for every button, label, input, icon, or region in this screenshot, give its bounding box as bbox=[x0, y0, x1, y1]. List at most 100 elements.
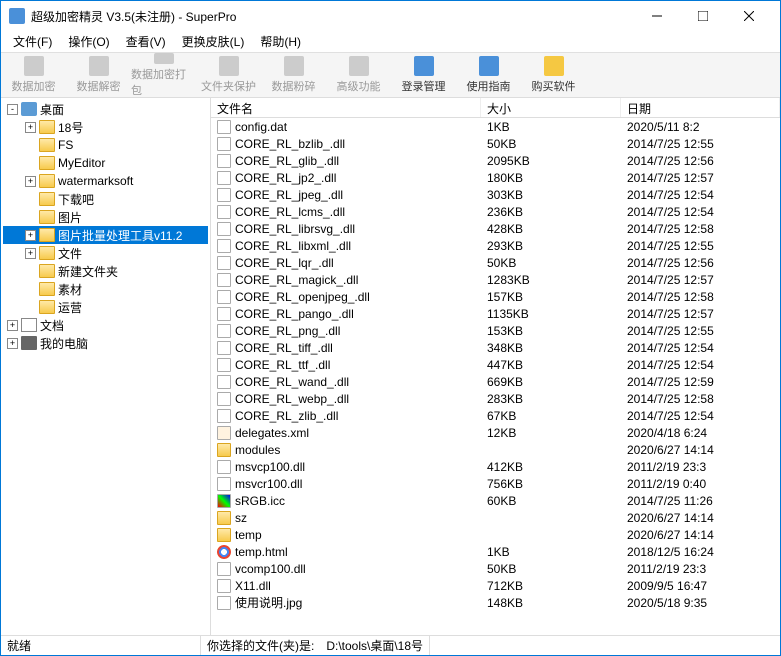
list-item[interactable]: CORE_RL_zlib_.dll67KB2014/7/25 12:54 bbox=[211, 407, 780, 424]
folder-icon bbox=[39, 210, 55, 224]
file-date: 2014/7/25 11:26 bbox=[621, 494, 780, 508]
list-item[interactable]: sRGB.icc60KB2014/7/25 11:26 bbox=[211, 492, 780, 509]
list-item[interactable]: CORE_RL_png_.dll153KB2014/7/25 12:55 bbox=[211, 322, 780, 339]
expand-icon[interactable]: + bbox=[25, 122, 36, 133]
menu-1[interactable]: 操作(O) bbox=[60, 31, 117, 52]
list-item[interactable]: CORE_RL_bzlib_.dll50KB2014/7/25 12:55 bbox=[211, 135, 780, 152]
file-date: 2014/7/25 12:58 bbox=[621, 290, 780, 304]
close-button[interactable] bbox=[726, 1, 772, 31]
list-item[interactable]: delegates.xml12KB2020/4/18 6:24 bbox=[211, 424, 780, 441]
list-item[interactable]: CORE_RL_lqr_.dll50KB2014/7/25 12:56 bbox=[211, 254, 780, 271]
file-date: 2014/7/25 12:54 bbox=[621, 188, 780, 202]
list-item[interactable]: CORE_RL_wand_.dll669KB2014/7/25 12:59 bbox=[211, 373, 780, 390]
menu-2[interactable]: 查看(V) bbox=[118, 31, 174, 52]
tree-item[interactable]: 素材 bbox=[3, 280, 208, 298]
tree-item[interactable]: +18号 bbox=[3, 118, 208, 136]
main-area: -桌面+18号FS MyEditor + watermarksoft 下载吧图片 + 图片批… bbox=[1, 98, 780, 635]
toolbar-7[interactable]: 使用指南 bbox=[456, 53, 521, 98]
toolbar-6[interactable]: 登录管理 bbox=[391, 53, 456, 98]
tree-item[interactable]: -桌面 bbox=[3, 100, 208, 118]
expand-icon[interactable]: + bbox=[25, 176, 36, 187]
list-item[interactable]: sz2020/6/27 14:14 bbox=[211, 509, 780, 526]
folder-icon bbox=[39, 264, 55, 278]
tree-item[interactable]: + 图片批量处理工具v11.2 bbox=[3, 226, 208, 244]
tree-item[interactable]: MyEditor bbox=[3, 154, 208, 172]
toolbar-0: 数据加密 bbox=[1, 53, 66, 98]
expand-icon[interactable]: + bbox=[7, 320, 18, 331]
tree-item[interactable]: +文件 bbox=[3, 244, 208, 262]
list-item[interactable]: msvcp100.dll412KB2011/2/19 23:3 bbox=[211, 458, 780, 475]
file-date: 2020/6/27 14:14 bbox=[621, 511, 780, 525]
file-date: 2020/4/18 6:24 bbox=[621, 426, 780, 440]
tree-item[interactable]: + watermarksoft bbox=[3, 172, 208, 190]
col-size[interactable]: 大小 bbox=[481, 98, 621, 117]
list-item[interactable]: config.dat1KB2020/5/11 8:2 bbox=[211, 118, 780, 135]
toolbar-icon bbox=[24, 56, 44, 76]
file-name: msvcr100.dll bbox=[235, 477, 302, 491]
minimize-button[interactable] bbox=[634, 1, 680, 31]
expand-icon[interactable]: + bbox=[25, 230, 36, 241]
file-date: 2014/7/25 12:56 bbox=[621, 154, 780, 168]
file-rows[interactable]: config.dat1KB2020/5/11 8:2CORE_RL_bzlib_… bbox=[211, 118, 780, 635]
tree-item[interactable]: 图片 bbox=[3, 208, 208, 226]
folder-icon bbox=[39, 138, 55, 152]
icc-icon bbox=[217, 494, 231, 508]
tree-label: 图片批量处理工具v11.2 bbox=[58, 227, 182, 244]
toolbar-icon bbox=[89, 56, 109, 76]
list-item[interactable]: CORE_RL_pango_.dll1135KB2014/7/25 12:57 bbox=[211, 305, 780, 322]
tree-spacer bbox=[25, 212, 36, 223]
collapse-icon[interactable]: - bbox=[7, 104, 18, 115]
tree-item[interactable]: +我的电脑 bbox=[3, 334, 208, 352]
tree-spacer bbox=[25, 284, 36, 295]
tree-label: watermarksoft bbox=[58, 174, 133, 188]
list-item[interactable]: vcomp100.dll50KB2011/2/19 23:3 bbox=[211, 560, 780, 577]
list-item[interactable]: X11.dll712KB2009/9/5 16:47 bbox=[211, 577, 780, 594]
tree-item[interactable]: 新建文件夹 bbox=[3, 262, 208, 280]
file-size: 148KB bbox=[481, 596, 621, 610]
file-date: 2018/12/5 16:24 bbox=[621, 545, 780, 559]
menu-0[interactable]: 文件(F) bbox=[5, 31, 60, 52]
list-item[interactable]: CORE_RL_openjpeg_.dll157KB2014/7/25 12:5… bbox=[211, 288, 780, 305]
file-date: 2014/7/25 12:57 bbox=[621, 171, 780, 185]
list-item[interactable]: CORE_RL_tiff_.dll348KB2014/7/25 12:54 bbox=[211, 339, 780, 356]
tree-label: 图片 bbox=[58, 209, 82, 226]
menu-3[interactable]: 更换皮肤(L) bbox=[174, 31, 253, 52]
tree-item[interactable]: 下载吧 bbox=[3, 190, 208, 208]
file-name: temp.html bbox=[235, 545, 288, 559]
file-date: 2014/7/25 12:55 bbox=[621, 239, 780, 253]
list-item[interactable]: msvcr100.dll756KB2011/2/19 0:40 bbox=[211, 475, 780, 492]
menu-4[interactable]: 帮助(H) bbox=[252, 31, 309, 52]
col-name[interactable]: 文件名 bbox=[211, 98, 481, 117]
list-item[interactable]: CORE_RL_magick_.dll1283KB2014/7/25 12:57 bbox=[211, 271, 780, 288]
list-item[interactable]: CORE_RL_jp2_.dll180KB2014/7/25 12:57 bbox=[211, 169, 780, 186]
expand-icon[interactable]: + bbox=[7, 338, 18, 349]
file-date: 2011/2/19 23:3 bbox=[621, 562, 780, 576]
col-date[interactable]: 日期 bbox=[621, 98, 780, 117]
expand-icon[interactable]: + bbox=[25, 248, 36, 259]
toolbar-8[interactable]: 购买软件 bbox=[521, 53, 586, 98]
file-icon bbox=[217, 171, 231, 185]
file-name: CORE_RL_zlib_.dll bbox=[235, 409, 338, 423]
folder-icon bbox=[217, 443, 231, 457]
list-item[interactable]: CORE_RL_librsvg_.dll428KB2014/7/25 12:58 bbox=[211, 220, 780, 237]
list-item[interactable]: CORE_RL_webp_.dll283KB2014/7/25 12:58 bbox=[211, 390, 780, 407]
folder-tree[interactable]: -桌面+18号FS MyEditor + watermarksoft 下载吧图片 + 图片批… bbox=[1, 98, 211, 635]
list-item[interactable]: CORE_RL_lcms_.dll236KB2014/7/25 12:54 bbox=[211, 203, 780, 220]
list-item[interactable]: 使用说明.jpg148KB2020/5/18 9:35 bbox=[211, 594, 780, 611]
toolbar-icon bbox=[284, 56, 304, 76]
list-item[interactable]: CORE_RL_libxml_.dll293KB2014/7/25 12:55 bbox=[211, 237, 780, 254]
list-item[interactable]: temp2020/6/27 14:14 bbox=[211, 526, 780, 543]
tree-item[interactable]: +文档 bbox=[3, 316, 208, 334]
tree-item[interactable]: FS bbox=[3, 136, 208, 154]
maximize-button[interactable] bbox=[680, 1, 726, 31]
file-size: 756KB bbox=[481, 477, 621, 491]
list-item[interactable]: CORE_RL_ttf_.dll447KB2014/7/25 12:54 bbox=[211, 356, 780, 373]
file-size: 180KB bbox=[481, 171, 621, 185]
list-item[interactable]: CORE_RL_jpeg_.dll303KB2014/7/25 12:54 bbox=[211, 186, 780, 203]
list-item[interactable]: modules2020/6/27 14:14 bbox=[211, 441, 780, 458]
list-item[interactable]: CORE_RL_glib_.dll2095KB2014/7/25 12:56 bbox=[211, 152, 780, 169]
tree-item[interactable]: 运营 bbox=[3, 298, 208, 316]
tree-label: MyEditor bbox=[58, 156, 105, 170]
list-item[interactable]: temp.html1KB2018/12/5 16:24 bbox=[211, 543, 780, 560]
status-ready: 就绪 bbox=[1, 636, 201, 655]
